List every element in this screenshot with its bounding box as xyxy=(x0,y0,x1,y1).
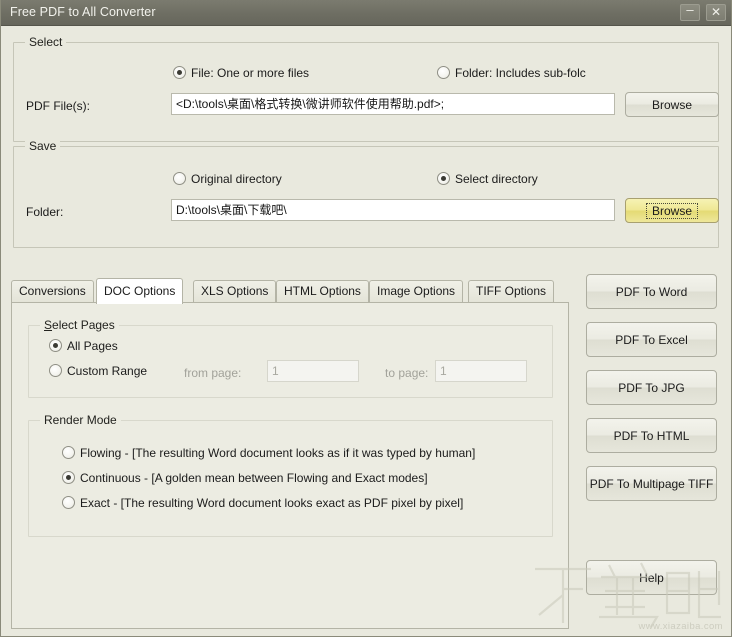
radio-render-continuous-label: Continuous - [A golden mean between Flow… xyxy=(80,471,428,485)
tab-image-options[interactable]: Image Options xyxy=(369,280,464,302)
tab-conversions-label: Conversions xyxy=(19,284,86,298)
tab-tiff-options-label: TIFF Options xyxy=(476,284,547,298)
browse-folder-label: Browse xyxy=(645,202,698,219)
pdf-to-excel-label: PDF To Excel xyxy=(615,332,688,347)
from-page-label: from page: xyxy=(184,366,242,380)
tab-doc-options-label: DOC Options xyxy=(104,284,176,298)
help-button[interactable]: Help xyxy=(586,560,717,595)
folder-input[interactable]: D:\tools\桌面\下载吧\ xyxy=(171,199,615,221)
radio-file-mode-dot xyxy=(173,66,186,79)
pdf-to-multipage-tiff-button[interactable]: PDF To Multipage TIFF xyxy=(586,466,717,501)
radio-folder-mode-label: Folder: Includes sub-folc xyxy=(455,66,586,80)
tab-tiff-options[interactable]: TIFF Options xyxy=(468,280,555,302)
radio-render-exact-label: Exact - [The resulting Word document loo… xyxy=(80,496,464,510)
pdf-to-html-button[interactable]: PDF To HTML xyxy=(586,418,717,453)
radio-render-flowing[interactable]: Flowing - [The resulting Word document l… xyxy=(62,446,475,460)
select-pages-group: Select Pages All Pages Custom Range from… xyxy=(28,318,553,398)
radio-select-directory-label: Select directory xyxy=(455,172,538,186)
tab-conversions[interactable]: Conversions xyxy=(11,280,94,302)
pdf-files-label: PDF File(s): xyxy=(26,99,90,113)
title-bar: Free PDF to All Converter – ✕ xyxy=(1,0,731,26)
pdf-to-html-label: PDF To HTML xyxy=(613,428,690,443)
tab-image-options-label: Image Options xyxy=(377,284,456,298)
radio-all-pages-label: All Pages xyxy=(67,339,118,353)
select-group: Select File: One or more files Folder: I… xyxy=(13,35,719,142)
pdf-to-jpg-label: PDF To JPG xyxy=(618,380,685,395)
radio-render-flowing-label: Flowing - [The resulting Word document l… xyxy=(80,446,476,460)
pdf-to-multipage-tiff-label: PDF To Multipage TIFF xyxy=(589,476,714,491)
radio-render-continuous-dot xyxy=(62,471,75,484)
radio-render-exact[interactable]: Exact - [The resulting Word document loo… xyxy=(62,496,463,510)
window-title: Free PDF to All Converter xyxy=(10,5,156,19)
tab-strip: Conversions DOC Options XLS Options HTML… xyxy=(11,278,569,304)
radio-file-mode[interactable]: File: One or more files xyxy=(173,66,309,80)
application-window: Free PDF to All Converter – ✕ Select Fil… xyxy=(0,0,732,637)
save-group-title: Save xyxy=(25,139,61,153)
radio-folder-mode-dot xyxy=(437,66,450,79)
radio-original-directory-dot xyxy=(173,172,186,185)
to-page-input[interactable]: 1 xyxy=(435,360,527,382)
close-button[interactable]: ✕ xyxy=(706,4,726,21)
radio-file-mode-label: File: One or more files xyxy=(191,66,310,80)
select-group-title: Select xyxy=(25,35,67,49)
close-icon: ✕ xyxy=(710,5,722,19)
from-page-input[interactable]: 1 xyxy=(267,360,359,382)
radio-select-directory-dot xyxy=(437,172,450,185)
tab-html-options[interactable]: HTML Options xyxy=(276,280,369,302)
pdf-to-jpg-button[interactable]: PDF To JPG xyxy=(586,370,717,405)
pdf-files-input[interactable]: <D:\tools\桌面\格式转换\微讲师软件使用帮助.pdf>; xyxy=(171,93,615,115)
radio-folder-mode[interactable]: Folder: Includes sub-folc xyxy=(437,66,586,80)
select-pages-title-rest: elect Pages xyxy=(52,318,115,332)
client-area: Select File: One or more files Folder: I… xyxy=(1,26,731,635)
radio-render-flowing-dot xyxy=(62,446,75,459)
radio-all-pages-dot xyxy=(49,339,62,352)
watermark-url: www.xiazaiba.com xyxy=(638,621,723,632)
select-pages-accel: S xyxy=(44,318,53,332)
select-pages-group-title: Select Pages xyxy=(40,318,119,332)
to-page-label: to page: xyxy=(385,366,429,380)
minimize-icon: – xyxy=(686,2,694,17)
pdf-to-word-button[interactable]: PDF To Word xyxy=(586,274,717,309)
radio-render-exact-dot xyxy=(62,496,75,509)
tab-html-options-label: HTML Options xyxy=(284,284,361,298)
save-group: Save Original directory Select directory… xyxy=(13,139,719,248)
minimize-button[interactable]: – xyxy=(680,2,700,21)
browse-pdf-files-button[interactable]: Browse xyxy=(625,92,719,117)
tab-xls-options[interactable]: XLS Options xyxy=(193,280,277,302)
doc-options-panel: Select Pages All Pages Custom Range from… xyxy=(11,302,569,629)
browse-pdf-files-label: Browse xyxy=(651,97,692,112)
render-mode-group-title: Render Mode xyxy=(40,413,121,427)
radio-original-directory-label: Original directory xyxy=(191,172,282,186)
radio-custom-range[interactable]: Custom Range xyxy=(49,364,147,378)
radio-custom-range-label: Custom Range xyxy=(67,364,148,378)
help-label: Help xyxy=(639,570,664,585)
radio-custom-range-dot xyxy=(49,364,62,377)
tab-doc-options[interactable]: DOC Options xyxy=(96,278,184,304)
tab-xls-options-label: XLS Options xyxy=(201,284,269,298)
pdf-to-word-label: PDF To Word xyxy=(615,284,688,299)
radio-select-directory[interactable]: Select directory xyxy=(437,172,538,186)
radio-all-pages[interactable]: All Pages xyxy=(49,339,118,353)
pdf-to-excel-button[interactable]: PDF To Excel xyxy=(586,322,717,357)
folder-label: Folder: xyxy=(26,205,64,219)
radio-original-directory[interactable]: Original directory xyxy=(173,172,282,186)
radio-render-continuous[interactable]: Continuous - [A golden mean between Flow… xyxy=(62,471,428,485)
render-mode-group: Render Mode Flowing - [The resulting Wor… xyxy=(28,413,553,537)
browse-folder-button[interactable]: Browse xyxy=(625,198,719,223)
